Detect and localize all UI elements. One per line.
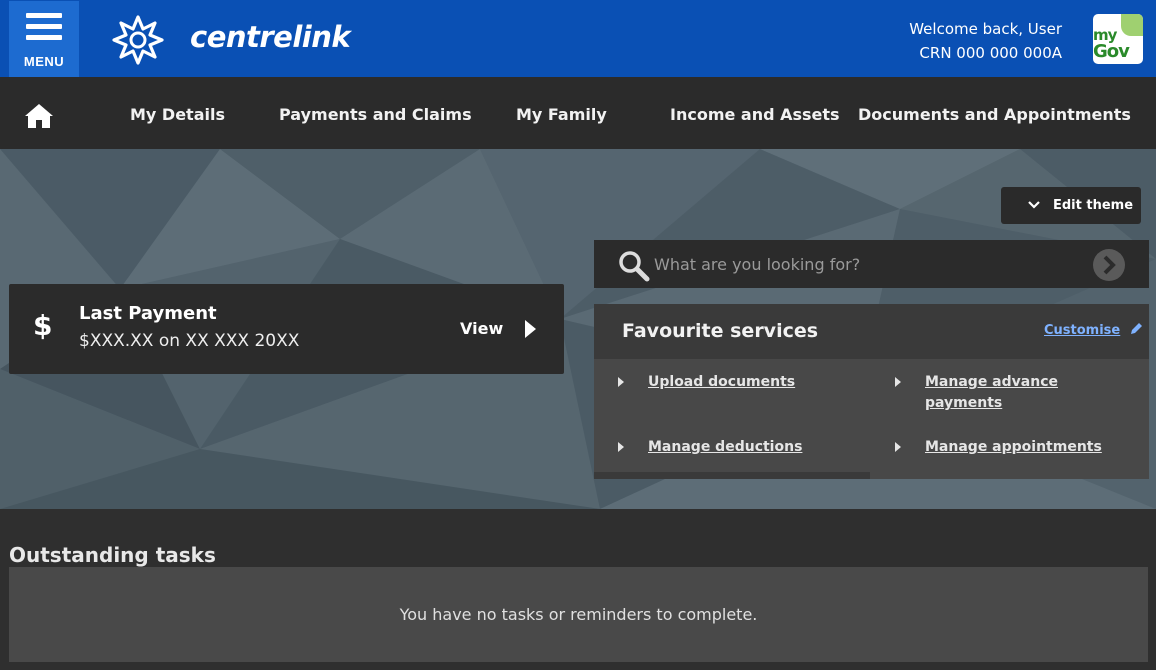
nav-my-family[interactable]: My Family xyxy=(516,105,607,124)
search-bar xyxy=(594,240,1149,288)
menu-button[interactable]: MENU xyxy=(9,1,79,77)
home-icon[interactable] xyxy=(24,103,54,129)
fav-link-manage-advance-payments[interactable]: Manage advance payments xyxy=(925,372,1075,414)
customise-link[interactable]: Customise xyxy=(1044,323,1120,338)
favourite-services-header: Favourite services Customise xyxy=(594,304,1149,359)
search-icon xyxy=(619,251,650,282)
fav-link-upload-documents[interactable]: Upload documents xyxy=(648,372,848,393)
outstanding-tasks-box: You have no tasks or reminders to comple… xyxy=(9,567,1148,662)
last-payment-title: Last Payment xyxy=(79,303,217,324)
chevron-down-icon xyxy=(1028,201,1040,209)
welcome-block: Welcome back, User CRN 000 000 000A xyxy=(909,17,1062,65)
nav-payments-and-claims[interactable]: Payments and Claims xyxy=(279,105,472,124)
welcome-text: Welcome back, User xyxy=(909,20,1062,38)
bullet-arrow-icon xyxy=(618,442,624,452)
edit-theme-button[interactable]: Edit theme xyxy=(1001,187,1141,224)
main-nav: My Details Payments and Claims My Family… xyxy=(0,77,1156,149)
last-payment-card: $ Last Payment $XXX.XX on XX XXX 20XX Vi… xyxy=(9,284,564,374)
play-arrow-icon[interactable] xyxy=(523,319,537,339)
favourite-services-panel: Favourite services Customise Upload docu… xyxy=(594,304,1149,479)
panel-divider xyxy=(594,472,870,479)
mygov-logo[interactable]: my Gov xyxy=(1093,14,1143,64)
mygov-logo-corner xyxy=(1121,14,1143,36)
fav-link-manage-appointments[interactable]: Manage appointments xyxy=(925,437,1125,458)
dollar-icon: $ xyxy=(33,309,53,342)
crn-text: CRN 000 000 000A xyxy=(919,44,1062,62)
last-payment-view-link[interactable]: View xyxy=(460,319,503,338)
nav-documents-and-appointments[interactable]: Documents and Appointments xyxy=(858,105,1131,124)
brand-name[interactable]: centrelink xyxy=(190,20,351,54)
nav-my-details[interactable]: My Details xyxy=(130,105,225,124)
bullet-arrow-icon xyxy=(618,377,624,387)
hamburger-icon xyxy=(26,13,62,46)
outstanding-tasks-title: Outstanding tasks xyxy=(9,543,216,567)
favourite-services-title: Favourite services xyxy=(622,320,819,342)
menu-label: MENU xyxy=(23,54,65,69)
search-submit-arrow-icon[interactable] xyxy=(1093,249,1125,281)
mygov-logo-gov: Gov xyxy=(1093,41,1130,62)
nav-income-and-assets[interactable]: Income and Assets xyxy=(670,105,840,124)
edit-theme-label: Edit theme xyxy=(1053,198,1134,213)
last-payment-amount: $XXX.XX on XX XXX 20XX xyxy=(79,331,300,351)
bullet-arrow-icon xyxy=(895,377,901,387)
no-tasks-message: You have no tasks or reminders to comple… xyxy=(399,605,758,624)
top-header: MENU centrelink Welcome back, User CRN 0… xyxy=(0,0,1156,77)
bullet-arrow-icon xyxy=(895,442,901,452)
search-input[interactable] xyxy=(654,248,1074,280)
pencil-icon[interactable] xyxy=(1129,322,1143,336)
fav-link-manage-deductions[interactable]: Manage deductions xyxy=(648,437,848,458)
centrelink-star-logo-icon xyxy=(112,15,164,65)
